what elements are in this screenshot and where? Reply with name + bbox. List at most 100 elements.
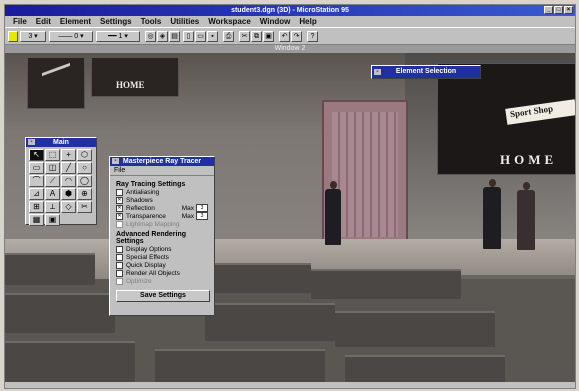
display-options-checkbox[interactable] [116, 245, 123, 253]
help-icon[interactable]: ? [307, 31, 318, 42]
man-figure [517, 190, 535, 250]
level-select[interactable]: 3 ▾ [20, 31, 46, 42]
reflection-option[interactable]: ✕ Reflection Max 3 [116, 204, 208, 212]
menu-workspace[interactable]: Workspace [208, 16, 251, 27]
palette-close-icon[interactable]: - [28, 139, 35, 145]
shape-tool-icon[interactable]: ◫ [45, 162, 60, 174]
shadows-checkbox[interactable]: ✕ [116, 196, 123, 204]
undo-icon[interactable]: ↶ [279, 31, 290, 42]
menu-help[interactable]: Help [299, 16, 316, 27]
element-selection-close-icon[interactable]: - [374, 69, 381, 75]
lightmap-label: Lightmap Mapping [126, 220, 180, 228]
point-tool-icon[interactable]: + [61, 149, 76, 161]
clip-icon[interactable]: ◈ [157, 31, 168, 42]
maximize-button[interactable]: □ [554, 6, 563, 14]
active-color-swatch[interactable] [8, 31, 18, 42]
modify-tool-icon[interactable]: ⟂ [45, 201, 60, 213]
status-bar [5, 382, 575, 388]
lightmap-option[interactable]: Lightmap Mapping [116, 220, 208, 228]
special-effects-checkbox[interactable] [116, 253, 123, 261]
render-all-objects-checkbox[interactable] [116, 269, 123, 277]
close-button[interactable]: × [564, 6, 573, 14]
array-tool-icon[interactable]: ⊞ [29, 201, 44, 213]
antialiasing-checkbox[interactable] [116, 188, 123, 196]
main-tools-grid: ↖ ⬚ + ⬡ ▭ ◫ ╱ ○ ⌒ ⟋ ◠ ◯ ⊿ A ⬢ ⊕ ⊞ ⟂ ◇ ✂ [26, 147, 96, 228]
quick-display-option[interactable]: Quick Display [116, 261, 208, 269]
main-palette-title[interactable]: - Main [26, 138, 96, 147]
menu-utilities[interactable]: Utilities [170, 16, 199, 27]
transparence-option[interactable]: ✕ Transparence Max 3 [116, 212, 208, 220]
line-style-value: 0 [74, 33, 79, 40]
ellipse-tool-icon[interactable]: ◯ [77, 175, 92, 187]
menu-edit[interactable]: Edit [36, 16, 51, 27]
transparence-label: Transparence [126, 212, 166, 220]
menu-file[interactable]: File [13, 16, 27, 27]
antialiasing-option[interactable]: Antialiasing [116, 188, 208, 196]
line-tool-icon[interactable]: ╱ [61, 162, 76, 174]
text-tool-icon[interactable]: A [45, 188, 60, 200]
window-title: student3.dgn (3D) - MicroStation 95 [231, 7, 349, 14]
smartline-tool-icon[interactable]: ⟋ [45, 175, 60, 187]
paste-icon[interactable]: ▣ [263, 31, 274, 42]
element-selection-title[interactable]: - Element Selection [372, 66, 480, 78]
render-icon[interactable]: ◎ [145, 31, 156, 42]
optimize-option[interactable]: Optimize [116, 277, 208, 285]
speaker-head [330, 181, 337, 189]
shadows-label: Shadows [126, 196, 153, 204]
circle-tool-icon[interactable]: ○ [77, 162, 92, 174]
seat-row [205, 303, 335, 341]
main-tool-palette: - Main ↖ ⬚ + ⬡ ▭ ◫ ╱ ○ ⌒ ⟋ ◠ ◯ ⊿ A ⬢ ⊕ ⊞ [25, 137, 97, 228]
quick-display-checkbox[interactable] [116, 261, 123, 269]
measure-tool-icon[interactable]: ▣ [45, 214, 60, 226]
element-selection-tool-icon[interactable]: ↖ [29, 149, 44, 161]
open-file-icon[interactable]: ▭ [195, 31, 206, 42]
line-style-select[interactable]: —— 0 ▾ [49, 31, 93, 42]
trim-tool-icon[interactable]: ✂ [77, 201, 92, 213]
special-effects-option[interactable]: Special Effects [116, 253, 208, 261]
rotate-tool-icon[interactable]: ⊕ [77, 188, 92, 200]
raytrace-close-icon[interactable]: - [112, 158, 119, 164]
window-controls: _ □ × [544, 6, 573, 14]
antialiasing-label: Antialiasing [126, 188, 160, 196]
save-settings-button[interactable]: Save Settings [116, 290, 210, 302]
pattern-tool-icon[interactable]: ◇ [61, 201, 76, 213]
application-window: student3.dgn (3D) - MicroStation 95 _ □ … [4, 4, 576, 389]
transparence-max-input[interactable]: 3 [196, 212, 208, 220]
seat-row [211, 263, 311, 293]
reflection-checkbox[interactable]: ✕ [116, 204, 123, 212]
line-weight-select[interactable]: ━━ 1 ▾ [96, 31, 140, 42]
save-icon[interactable]: ▪ [207, 31, 218, 42]
render-all-objects-option[interactable]: Render All Objects [116, 269, 208, 277]
raytrace-section-header: Ray Tracing Settings [116, 181, 186, 188]
fence-icon[interactable]: ▤ [169, 31, 180, 42]
menu-element[interactable]: Element [60, 16, 91, 27]
shadows-option[interactable]: ✕ Shadows [116, 196, 208, 204]
curve-tool-icon[interactable]: ◠ [61, 175, 76, 187]
redo-icon[interactable]: ↷ [291, 31, 302, 42]
transparence-checkbox[interactable]: ✕ [116, 212, 123, 220]
arc-tool-icon[interactable]: ⌒ [29, 175, 44, 187]
dimension-tool-icon[interactable]: ⊿ [29, 188, 44, 200]
menu-settings[interactable]: Settings [100, 16, 132, 27]
cell-tool-icon[interactable]: ⬢ [61, 188, 76, 200]
optimize-checkbox[interactable] [116, 277, 123, 285]
lightmap-checkbox[interactable] [116, 220, 123, 228]
grid-tool-icon[interactable]: ▦ [29, 214, 44, 226]
cut-icon[interactable]: ✂ [239, 31, 250, 42]
raytrace-title-bar[interactable]: - Masterpiece Ray Tracer [110, 157, 214, 166]
menu-window[interactable]: Window [260, 16, 291, 27]
raytrace-file-menu[interactable]: File [110, 166, 214, 176]
block-tool-icon[interactable]: ▭ [29, 162, 44, 174]
polygon-tool-icon[interactable]: ⬡ [77, 149, 92, 161]
display-options-option[interactable]: Display Options [116, 245, 208, 253]
print-icon[interactable]: ⎙ [223, 31, 234, 42]
new-file-icon[interactable]: ▯ [183, 31, 194, 42]
reflection-max-input[interactable]: 3 [196, 204, 208, 212]
copy-icon[interactable]: ⧉ [251, 31, 262, 42]
rendered-view[interactable]: HOME Sport Shop HOME - Main ↖ ⬚ + ⬡ ▭ ◫ … [5, 53, 575, 388]
menu-tools[interactable]: Tools [141, 16, 162, 27]
fence-tool-icon[interactable]: ⬚ [45, 149, 60, 161]
render-all-objects-label: Render All Objects [126, 269, 180, 277]
banner-emblem-icon [42, 62, 70, 95]
minimize-button[interactable]: _ [544, 6, 553, 14]
